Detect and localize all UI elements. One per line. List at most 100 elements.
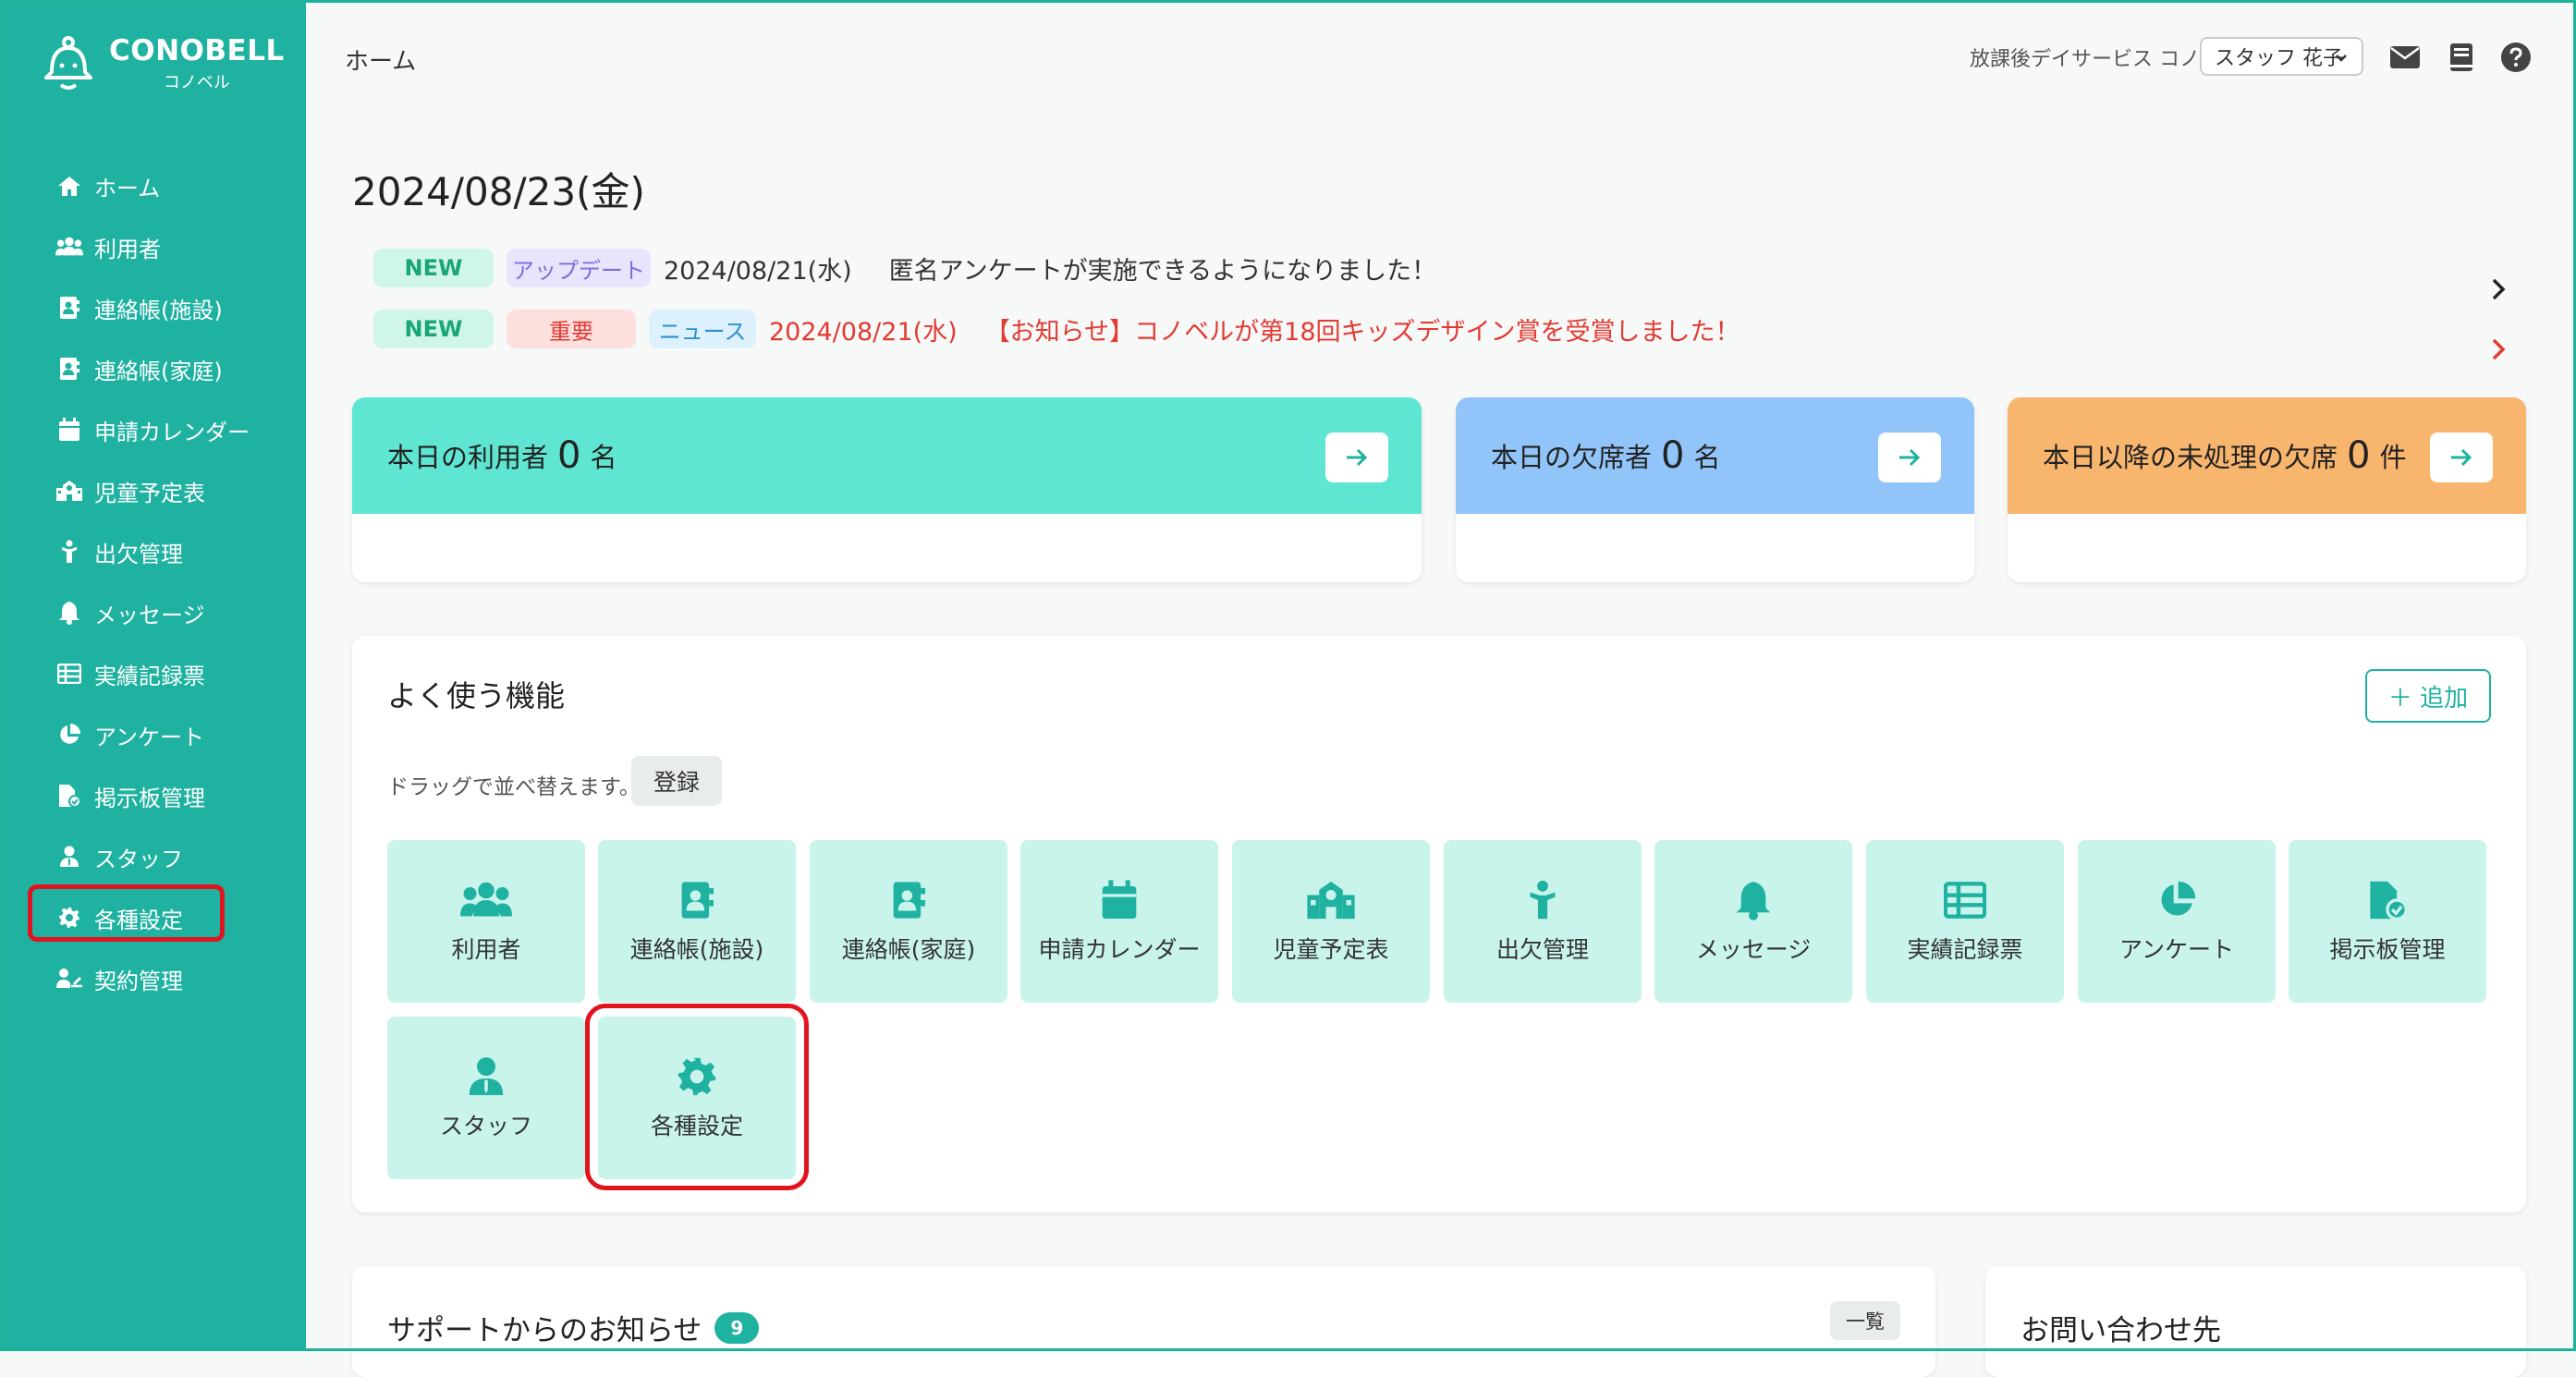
stat-open-button[interactable]	[1325, 433, 1388, 482]
user-select[interactable]: スタッフ 花子	[2200, 37, 2363, 76]
favorite-tile-schedule[interactable]: 児童予定表	[1232, 840, 1430, 1003]
sidebar-item-label: 申請カレンダー	[94, 419, 250, 445]
tile-label: 連絡帳(家庭)	[841, 936, 976, 963]
calendar-icon	[55, 416, 83, 444]
sidebar-item-label: スタッフ	[94, 846, 183, 872]
help-icon[interactable]	[2499, 41, 2533, 74]
news-text: 匿名アンケートが実施できるようになりました！	[888, 256, 1437, 286]
sidebar-item-settings[interactable]: 各種設定	[0, 884, 306, 948]
home-icon	[55, 172, 83, 200]
top-header: ホーム 放課後デイサービス コノベル スタッフ 花子	[306, 0, 2576, 111]
sidebar-item-contract[interactable]: 契約管理	[0, 948, 306, 1009]
favorite-tile-survey[interactable]: アンケート	[2078, 840, 2276, 1003]
tile-label: 連絡帳(施設)	[629, 936, 764, 963]
user-select-value: スタッフ 花子	[2215, 47, 2343, 70]
sidebar-item-staff[interactable]: スタッフ	[0, 826, 306, 887]
arrow-right-icon	[1899, 448, 1921, 467]
file-check-icon	[2362, 878, 2413, 922]
sidebar-item-attendance[interactable]: 出欠管理	[0, 521, 306, 582]
drag-hint: ドラッグで並べ替えます。	[387, 775, 641, 799]
favorite-tile-settings[interactable]: 各種設定	[585, 1004, 809, 1190]
sidebar: CONOBELL コノベル ホーム 利用者 連絡帳(施設) 連絡帳(家庭) 申請…	[0, 0, 306, 1351]
app-logo[interactable]: CONOBELL コノベル	[41, 35, 285, 94]
sidebar-item-contact-home[interactable]: 連絡帳(家庭)	[0, 338, 306, 399]
news-item[interactable]: NEW 重要 ニュース 2024/08/21(水) 【お知らせ】コノベルが第18…	[373, 310, 1740, 348]
contact-book-icon	[671, 878, 723, 922]
news-text: 【お知らせ】コノベルが第18回キッズデザイン賞を受賞しました！	[984, 317, 1740, 347]
bell-icon	[1728, 878, 1779, 922]
child-icon	[1517, 878, 1569, 922]
pie-icon	[55, 721, 83, 749]
contact-title: お問い合わせ先	[2021, 1314, 2221, 1347]
manual-book-icon[interactable]	[2445, 41, 2478, 74]
stat-open-button[interactable]	[2430, 433, 2493, 482]
stat-label: 本日の利用者	[387, 442, 549, 473]
contact-panel: お問い合わせ先	[1985, 1266, 2526, 1377]
favorite-tile-attendance[interactable]: 出欠管理	[1444, 840, 1642, 1003]
users-icon	[460, 878, 512, 922]
gear-icon	[671, 1054, 723, 1099]
count-badge: 9	[714, 1311, 760, 1344]
sidebar-item-label: 利用者	[94, 236, 161, 262]
sidebar-item-home[interactable]: ホーム	[0, 155, 306, 216]
stat-card-header: 本日の欠席者 0 名	[1456, 397, 1974, 514]
favorite-tile-staff[interactable]: スタッフ	[387, 1017, 585, 1179]
new-badge: NEW	[373, 310, 494, 348]
tile-label: 利用者	[451, 936, 521, 963]
stat-card-today-absent: 本日の欠席者 0 名	[1456, 397, 1974, 582]
news-item[interactable]: NEW アップデート 2024/08/21(水) 匿名アンケートが実施できるよう…	[373, 249, 1436, 287]
chevron-right-icon[interactable]	[2484, 275, 2512, 303]
news-date: 2024/08/21(水)	[664, 256, 852, 286]
stat-open-button[interactable]	[1878, 433, 1941, 482]
contact-book-icon	[883, 878, 934, 922]
sidebar-item-label: アンケート	[94, 724, 205, 750]
sidebar-item-schedule[interactable]: 児童予定表	[0, 460, 306, 521]
sidebar-item-contact-facility[interactable]: 連絡帳(施設)	[0, 277, 306, 338]
bell-icon	[55, 599, 83, 627]
tile-label: 掲示板管理	[2329, 936, 2446, 963]
favorites-title: よく使う機能	[387, 678, 566, 713]
gear-icon	[55, 904, 83, 932]
logo-subtitle: コノベル	[163, 72, 230, 92]
favorite-tile-board[interactable]: 掲示板管理	[2289, 840, 2486, 1003]
child-icon	[55, 538, 83, 566]
stat-card-pending-absence: 本日以降の未処理の欠席 0 件	[2008, 397, 2526, 582]
news-date: 2024/08/21(水)	[769, 317, 958, 347]
contact-book-icon	[55, 294, 83, 322]
new-badge: NEW	[373, 249, 494, 287]
sidebar-item-label: 実績記録票	[94, 663, 205, 689]
chevron-right-icon[interactable]	[2484, 335, 2512, 363]
sidebar-item-survey[interactable]: アンケート	[0, 704, 306, 765]
update-badge: アップデート	[507, 249, 651, 287]
file-check-icon	[55, 782, 83, 810]
stat-card-header: 本日以降の未処理の欠席 0 件	[2008, 397, 2526, 514]
sidebar-item-label: ホーム	[94, 175, 161, 201]
add-favorite-button[interactable]: ＋ 追加	[2365, 669, 2491, 723]
favorite-tile-messages[interactable]: メッセージ	[1654, 840, 1852, 1003]
support-news-title: サポートからのお知らせ	[387, 1314, 702, 1347]
tile-label: スタッフ	[439, 1113, 532, 1139]
view-all-button[interactable]: 一覧	[1830, 1301, 1900, 1340]
sidebar-nav: ホーム 利用者 連絡帳(施設) 連絡帳(家庭) 申請カレンダー 児童予定表 出欠…	[0, 155, 306, 1009]
stat-unit: 名	[590, 442, 617, 473]
favorite-tile-calendar[interactable]: 申請カレンダー	[1020, 840, 1218, 1003]
sidebar-item-board[interactable]: 掲示板管理	[0, 765, 306, 826]
contract-icon	[55, 965, 83, 993]
favorite-tile-records[interactable]: 実績記録票	[1866, 840, 2064, 1003]
logo-wordmark: CONOBELL	[109, 33, 285, 67]
sidebar-item-label: 契約管理	[94, 968, 183, 994]
sidebar-item-calendar[interactable]: 申請カレンダー	[0, 399, 306, 460]
sidebar-item-users[interactable]: 利用者	[0, 216, 306, 277]
favorite-tile-users[interactable]: 利用者	[387, 840, 585, 1003]
sidebar-item-records[interactable]: 実績記録票	[0, 643, 306, 704]
stat-value: 0	[557, 434, 581, 477]
mail-icon[interactable]	[2388, 41, 2422, 74]
pie-icon	[2151, 878, 2203, 922]
register-button[interactable]: 登録	[631, 756, 722, 806]
sidebar-item-messages[interactable]: メッセージ	[0, 582, 306, 643]
school-icon	[1305, 878, 1357, 922]
stat-label: 本日の欠席者	[1491, 442, 1653, 473]
stat-unit: 件	[2379, 442, 2407, 473]
favorite-tile-contact-facility[interactable]: 連絡帳(施設)	[598, 840, 796, 1003]
favorite-tile-contact-home[interactable]: 連絡帳(家庭)	[810, 840, 1007, 1003]
